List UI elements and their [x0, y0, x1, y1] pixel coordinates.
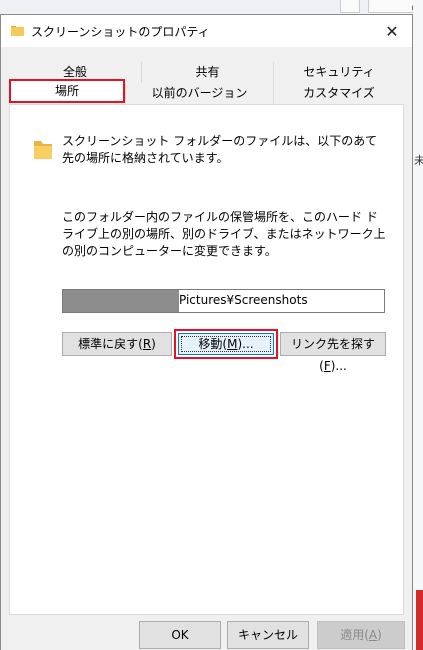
window-title: スクリーンショットのプロパティ [31, 25, 210, 39]
move-button[interactable]: 移動(M)... [174, 329, 278, 359]
cancel-button[interactable]: キャンセル [227, 621, 309, 649]
tab-sharing[interactable]: 共有 [141, 62, 273, 83]
background-window-edge [413, 0, 423, 650]
location-panel: スクリーンショット フォルダーのファイルは、以下のあて先の場所に格納されています… [9, 105, 404, 615]
close-icon: ✕ [385, 21, 399, 41]
location-info-text: スクリーンショット フォルダーのファイルは、以下のあて先の場所に格納されています… [62, 134, 377, 165]
location-description-text: このフォルダー内のファイルの保管場所を、このハード ドライブ上の別の場所、別のド… [62, 210, 386, 258]
close-button[interactable]: ✕ [372, 15, 412, 47]
apply-button[interactable]: 適用(A) [317, 621, 405, 649]
tab-row-2: 場所 以前のバージョン カスタマイズ [9, 79, 404, 105]
ok-button[interactable]: OK [139, 621, 221, 649]
tab-security[interactable]: セキュリティ [273, 62, 404, 83]
tab-previous-versions[interactable]: 以前のバージョン [125, 83, 273, 104]
folder-icon [34, 141, 52, 159]
path-input[interactable]: Pictures¥Screenshots [62, 289, 385, 313]
background-tab [340, 0, 360, 13]
redacted-path-segment [63, 290, 179, 312]
background-text: 未 [414, 154, 423, 167]
title-bar[interactable]: スクリーンショットのプロパティ ✕ [1, 15, 412, 47]
tab-customize[interactable]: カスタマイズ [273, 83, 404, 104]
find-target-button[interactable]: リンク先を探す(F)... [280, 332, 386, 373]
properties-dialog: スクリーンショットのプロパティ ✕ 全般 共有 セキュリティ 場所 以前のバージ… [0, 14, 413, 650]
restore-default-button[interactable]: 標準に戻す(R) [62, 332, 172, 356]
path-visible-text: Pictures¥Screenshots [179, 293, 308, 307]
background-red-element [416, 590, 423, 650]
tab-location[interactable]: 場所 [9, 79, 125, 103]
folder-icon [11, 26, 24, 36]
